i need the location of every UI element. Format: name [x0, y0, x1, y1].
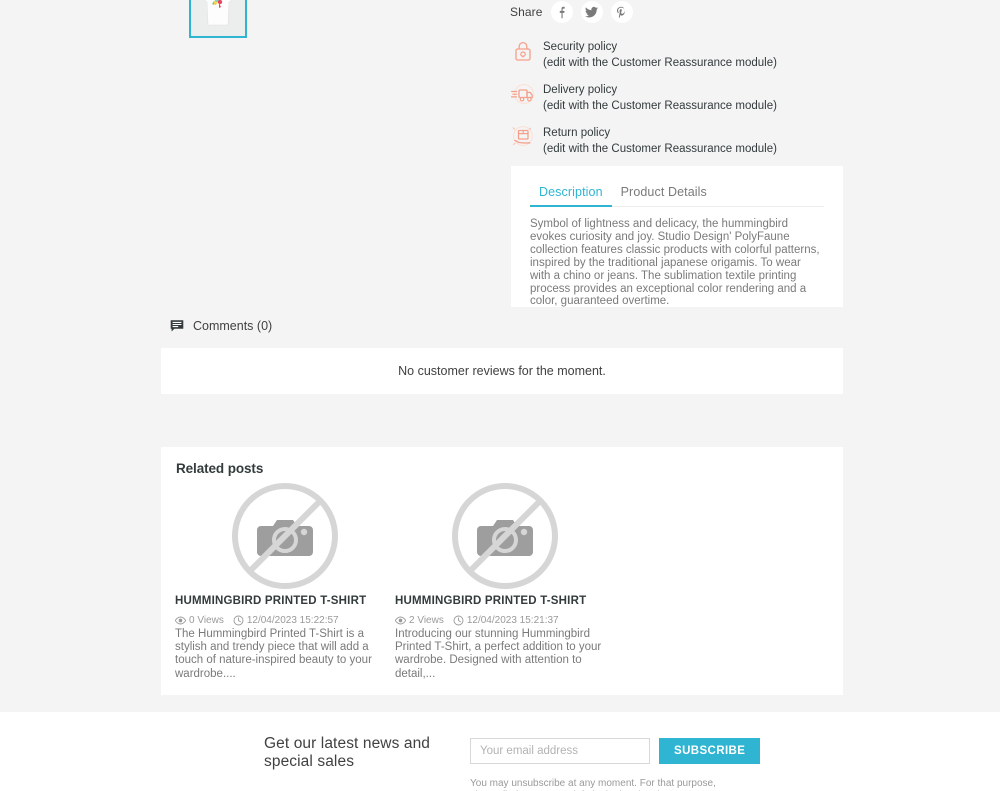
eye-icon — [395, 616, 406, 625]
related-posts-title: Related posts — [176, 461, 264, 476]
views-meta: 0 Views — [175, 615, 224, 626]
delivery-truck-icon — [510, 79, 536, 109]
policy-return: Return policy (edit with the Customer Re… — [510, 122, 850, 156]
policy-title: Security policy — [543, 41, 618, 53]
policy-security: Security policy (edit with the Customer … — [510, 36, 850, 70]
share-row: Share — [510, 0, 633, 24]
tab-description[interactable]: Description — [530, 181, 612, 207]
no-image-placeholder-icon — [232, 483, 338, 589]
related-post-thumbnail[interactable] — [175, 482, 395, 590]
policy-subtitle: (edit with the Customer Reassurance modu… — [543, 100, 777, 112]
clock-icon — [453, 615, 464, 626]
post-date: 12/04/2023 15:21:37 — [466, 615, 559, 626]
date-meta: 12/04/2023 15:21:37 — [453, 615, 559, 626]
newsletter-section: Get our latest news and special sales SU… — [0, 712, 1000, 791]
share-label: Share — [510, 5, 543, 19]
related-post-meta: 2 Views 12/04/2023 15:21:37 — [395, 615, 615, 626]
date-meta: 12/04/2023 15:22:57 — [233, 615, 339, 626]
newsletter-email-input[interactable] — [470, 738, 650, 764]
customer-reassurance-policies: Security policy (edit with the Customer … — [510, 36, 850, 165]
product-description-panel: Description Product Details Symbol of li… — [511, 166, 843, 307]
views-count: 0 Views — [189, 615, 224, 626]
tab-product-details[interactable]: Product Details — [612, 181, 716, 207]
policy-subtitle: (edit with the Customer Reassurance modu… — [543, 143, 777, 155]
related-post-title[interactable]: HUMMINGBIRD PRINTED T-SHIRT — [175, 595, 395, 607]
no-image-placeholder-icon — [452, 483, 558, 589]
twitter-share-button[interactable] — [580, 1, 603, 23]
newsletter-form: SUBSCRIBE — [470, 738, 761, 764]
lock-icon — [510, 36, 536, 66]
policy-title: Delivery policy — [543, 84, 618, 96]
newsletter-heading: Get our latest news and special sales — [264, 735, 431, 770]
comments-count-label: Comments (0) — [193, 319, 273, 333]
related-posts-list: HUMMINGBIRD PRINTED T-SHIRT 0 Views 12/0… — [175, 482, 829, 681]
pinterest-share-button[interactable] — [610, 1, 633, 23]
facebook-icon — [559, 6, 565, 18]
return-box-icon — [510, 122, 536, 152]
related-post-title[interactable]: HUMMINGBIRD PRINTED T-SHIRT — [395, 595, 615, 607]
policy-delivery: Delivery policy (edit with the Customer … — [510, 79, 850, 113]
related-post-excerpt: The Hummingbird Printed T-Shirt is a sty… — [175, 628, 372, 680]
related-post-thumbnail[interactable] — [395, 482, 615, 590]
views-meta: 2 Views — [395, 615, 444, 626]
pinterest-icon — [617, 6, 625, 18]
eye-icon — [175, 616, 186, 625]
related-posts-section: Related posts HUMMINGBIRD PRINTED T-SHIR… — [161, 447, 843, 695]
policy-subtitle: (edit with the Customer Reassurance modu… — [543, 57, 777, 69]
facebook-share-button[interactable] — [550, 1, 573, 23]
tshirt-image — [203, 0, 233, 26]
related-post-excerpt: Introducing our stunning Hummingbird Pri… — [395, 628, 602, 680]
clock-icon — [233, 615, 244, 626]
product-thumbnail-selected[interactable] — [189, 0, 247, 38]
twitter-icon — [585, 6, 599, 18]
related-post-meta: 0 Views 12/04/2023 15:22:57 — [175, 615, 395, 626]
policy-title: Return policy — [543, 127, 611, 139]
description-tablist: Description Product Details — [530, 180, 824, 207]
product-thumbnail-strip — [189, 0, 247, 38]
comment-icon — [170, 319, 184, 333]
views-count: 2 Views — [409, 615, 444, 626]
description-text: Symbol of lightness and delicacy, the hu… — [530, 218, 820, 308]
post-date: 12/04/2023 15:22:57 — [246, 615, 339, 626]
comments-header: Comments (0) — [170, 319, 272, 333]
related-post-item[interactable]: HUMMINGBIRD PRINTED T-SHIRT 0 Views 12/0… — [175, 482, 395, 681]
newsletter-subscribe-button[interactable]: SUBSCRIBE — [659, 738, 761, 764]
no-reviews-message: No customer reviews for the moment. — [398, 364, 606, 378]
related-post-item[interactable]: HUMMINGBIRD PRINTED T-SHIRT 2 Views 12/0… — [395, 482, 615, 681]
customer-reviews-empty-box: No customer reviews for the moment. — [161, 348, 843, 394]
newsletter-legal-note: You may unsubscribe at any moment. For t… — [470, 778, 716, 791]
